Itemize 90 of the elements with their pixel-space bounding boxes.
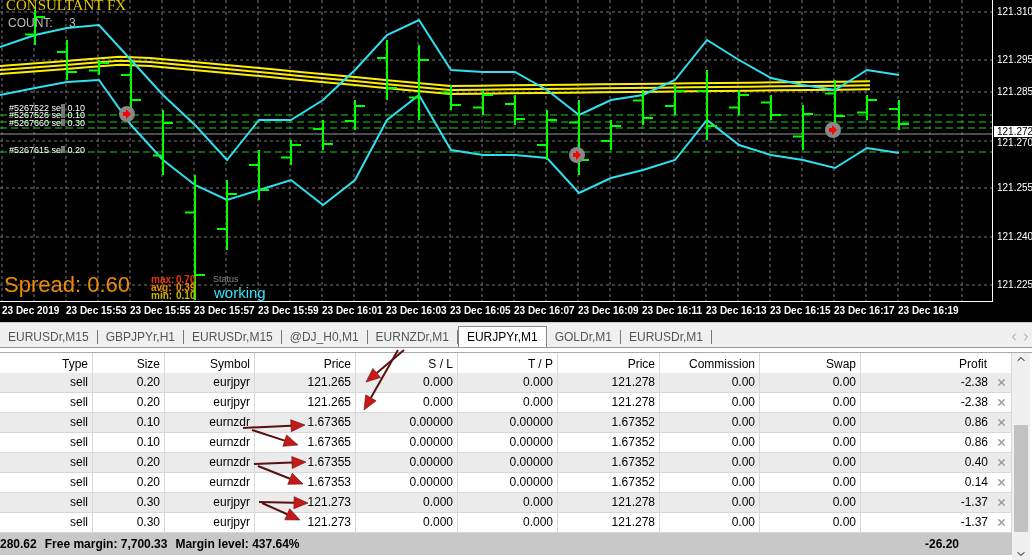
price-bar: [312, 119, 334, 151]
order-label: #5267615 sell 0.20: [9, 145, 86, 155]
time-axis-label: 23 Dec 2019: [2, 305, 60, 316]
price-axis-label: 121.255: [997, 182, 1032, 193]
time-axis-label: 23 Dec 16:17: [834, 305, 895, 316]
current-price-label: 121.272: [994, 126, 1032, 137]
spread-stat-label: avg:: [151, 283, 172, 292]
price-axis-label: 121.270: [997, 137, 1032, 148]
chart-tab[interactable]: EURUSDr,M15: [184, 330, 282, 344]
price-bar: [120, 59, 142, 111]
spread-stat-label: max:: [151, 275, 175, 284]
time-axis-label: 23 Dec 16:07: [514, 305, 575, 316]
price-bar: [600, 119, 622, 151]
close-icon[interactable]: [996, 417, 1007, 428]
price-bar: [728, 89, 750, 116]
account-info: Free margin: 7,700.33: [44, 537, 168, 551]
table-cell-text: -2.38: [960, 394, 988, 411]
table-cell-text: 0.86: [964, 434, 988, 451]
time-axis-label: 23 Dec 16:13: [706, 305, 767, 316]
price-bar: [344, 99, 366, 131]
price-bar: [504, 94, 526, 126]
time-axis-label: 23 Dec 16:09: [578, 305, 639, 316]
price-bar: [856, 94, 878, 121]
price-bar: [376, 39, 398, 101]
table-cell-text: -1.37: [960, 494, 988, 511]
price-bar: [440, 84, 462, 111]
time-axis-label: 23 Dec 15:57: [194, 305, 255, 316]
close-icon[interactable]: [996, 517, 1007, 528]
trade-marker-icon: [569, 147, 585, 163]
price-axis-label: 121.225: [997, 279, 1032, 290]
price-bar: [760, 94, 782, 121]
time-axis-label: 23 Dec 15:53: [66, 305, 127, 316]
time-axis-label: 23 Dec 16:11: [642, 305, 703, 316]
chart-tab[interactable]: EURNZDr,M1: [367, 330, 458, 344]
account-info: Margin level: 437.64%: [175, 537, 300, 551]
table-cell-text: 0.14: [964, 474, 988, 491]
order-label: #5267660 sell 0.30: [9, 118, 86, 128]
profit-total: -26.20: [924, 537, 959, 551]
price-axis-label: 121.295: [997, 54, 1032, 65]
status-value: working: [214, 284, 266, 301]
price-bar: [88, 59, 110, 76]
table-cell-text: 0.40: [964, 454, 988, 471]
arrow-drawing: [251, 429, 299, 447]
price-axis-label: 121.285: [997, 86, 1032, 97]
trade-marker-icon: [119, 106, 135, 122]
close-icon[interactable]: [996, 437, 1007, 448]
chart-tab[interactable]: EURUSDr,M15: [0, 330, 98, 344]
time-axis-label: 23 Dec 15:59: [258, 305, 319, 316]
price-bar: [792, 104, 814, 151]
price-bar: [248, 149, 270, 201]
price-bar: [472, 89, 494, 116]
table-cell-text: 0.86: [964, 414, 988, 431]
chart-title: CONSULTANT FX: [6, 0, 127, 14]
scrollbar[interactable]: [1012, 353, 1030, 560]
price-bar: [216, 179, 238, 251]
chart-tab[interactable]: @DJ_H0,M1: [281, 330, 368, 344]
price-bar: [280, 139, 302, 166]
time-axis-label: 23 Dec 16:03: [386, 305, 447, 316]
price-bar: [632, 89, 654, 126]
price-bar: [152, 109, 174, 176]
price-bar: [664, 84, 686, 116]
close-icon[interactable]: [996, 497, 1007, 508]
chart-tab[interactable]: GBPJPYr,H1: [97, 330, 185, 344]
close-icon[interactable]: [996, 457, 1007, 468]
time-axis-label: 23 Dec 16:05: [450, 305, 511, 316]
chart-tab[interactable]: EURJPYr,M1: [457, 326, 547, 347]
price-bar: [696, 69, 718, 141]
table-cell-text: -1.37: [960, 514, 988, 531]
time-axis-label: 23 Dec 15:55: [130, 305, 191, 316]
trade-marker-icon: [825, 122, 841, 138]
time-axis-label: 23 Dec 16:19: [898, 305, 959, 316]
price-axis-label: 121.310: [997, 6, 1032, 17]
price-axis-label: 121.240: [997, 231, 1032, 242]
price-bar: [56, 39, 78, 81]
table-cell-text: -2.38: [960, 374, 988, 391]
time-axis-label: 23 Dec 16:15: [770, 305, 831, 316]
chart-tab[interactable]: EURUSDr,M1: [621, 330, 712, 344]
spread-label: Spread: 0.60: [4, 272, 130, 298]
price-bar: [536, 109, 558, 161]
account-info: 280.62: [0, 537, 37, 551]
close-icon[interactable]: [996, 397, 1007, 408]
close-icon[interactable]: [996, 377, 1007, 388]
close-icon[interactable]: [996, 477, 1007, 488]
count-value: 3: [69, 16, 76, 30]
price-bar: [888, 99, 910, 131]
order-label: #5267526 sell 0.10: [9, 110, 86, 120]
time-axis-label: 23 Dec 16:01: [322, 305, 383, 316]
chart-tab[interactable]: GOLDr,M1: [546, 330, 621, 344]
spread-stat-label: min:: [151, 291, 173, 300]
status-label: Status: [213, 274, 239, 284]
